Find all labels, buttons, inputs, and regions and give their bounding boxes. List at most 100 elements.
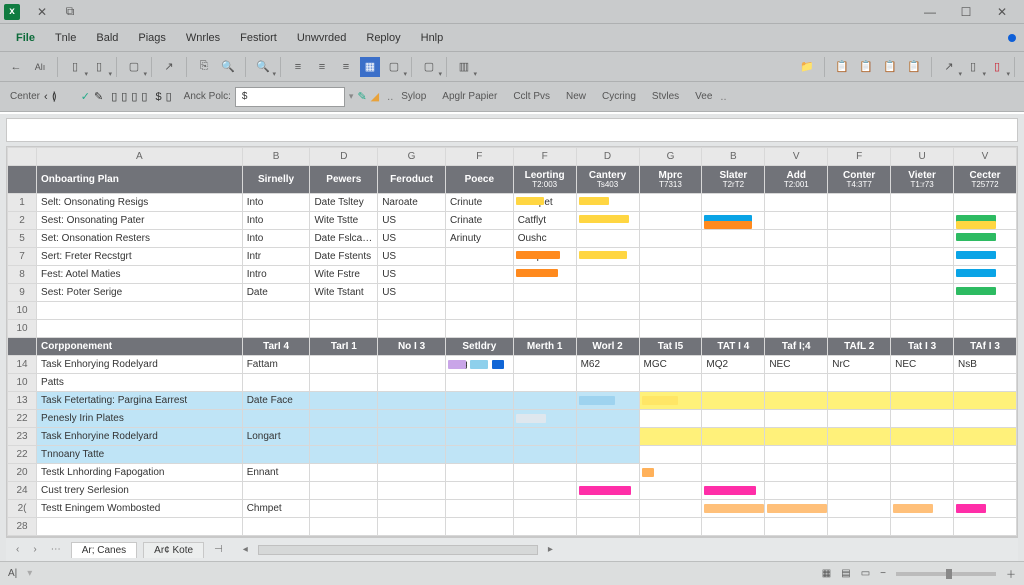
cell[interactable]: Poece (445, 166, 513, 194)
cell[interactable] (765, 248, 828, 266)
cell[interactable] (765, 464, 828, 482)
cell[interactable] (702, 482, 765, 500)
cell[interactable] (513, 500, 576, 518)
menu-6[interactable]: Unwvrded (289, 28, 355, 48)
cell[interactable] (576, 500, 639, 518)
cell[interactable]: US (378, 212, 446, 230)
doc-icon[interactable]: ▯ (65, 57, 85, 77)
cell[interactable]: NrC (828, 356, 891, 374)
cell[interactable]: AddT2:001 (765, 166, 828, 194)
cell[interactable] (765, 518, 828, 536)
view-break-icon[interactable]: ▭ (861, 568, 870, 579)
cell[interactable]: NEC (891, 356, 954, 374)
cell[interactable] (765, 284, 828, 302)
cell[interactable]: MGC (639, 356, 702, 374)
cell[interactable] (576, 266, 639, 284)
paste2-icon[interactable]: 📋 (856, 57, 876, 77)
grid-icon[interactable]: ▦ (360, 57, 380, 77)
view-normal-icon[interactable]: ▦ (822, 568, 831, 579)
cell[interactable] (702, 392, 765, 410)
cell[interactable] (378, 500, 446, 518)
cell[interactable] (639, 518, 702, 536)
cell[interactable] (310, 356, 378, 374)
copy-icon[interactable]: ⎘ (194, 57, 214, 77)
cell[interactable] (513, 410, 576, 428)
cell[interactable] (828, 248, 891, 266)
cell[interactable] (891, 518, 954, 536)
tabnav-first-icon[interactable]: ‹ (12, 544, 23, 555)
cell[interactable] (954, 320, 1017, 338)
hscroll-right-icon[interactable]: ▸ (544, 544, 557, 555)
cell[interactable]: Crinute (445, 194, 513, 212)
cell[interactable]: Set: Onsonation Resters (37, 230, 243, 248)
cell[interactable]: TAfL 2 (828, 338, 891, 356)
cell[interactable]: A (37, 148, 243, 166)
cell[interactable]: LeortingT2:003 (513, 166, 576, 194)
cell[interactable] (378, 446, 446, 464)
paste3-icon[interactable]: 📋 (880, 57, 900, 77)
menu-file[interactable]: File (8, 28, 43, 48)
tool-icon[interactable]: ▯ (166, 90, 172, 103)
cell[interactable]: B (702, 148, 765, 166)
cell[interactable] (378, 356, 446, 374)
cell[interactable]: V (954, 148, 1017, 166)
cell[interactable] (954, 374, 1017, 392)
menu-1[interactable]: Tnle (47, 28, 84, 48)
cell[interactable] (576, 374, 639, 392)
cell[interactable] (310, 428, 378, 446)
cell[interactable] (310, 446, 378, 464)
cell[interactable]: Task Enhorying Rodelyard (37, 356, 243, 374)
cell[interactable] (310, 518, 378, 536)
cell[interactable] (639, 266, 702, 284)
cell[interactable] (639, 464, 702, 482)
cell[interactable] (445, 482, 513, 500)
cell[interactable] (954, 446, 1017, 464)
cell[interactable]: U (891, 148, 954, 166)
minimize-button[interactable]: — (912, 1, 948, 23)
cell[interactable] (954, 410, 1017, 428)
cell[interactable] (828, 410, 891, 428)
cell[interactable]: Pewers (310, 166, 378, 194)
cell[interactable]: 20 (8, 464, 37, 482)
zoom-out-icon[interactable]: − (880, 568, 886, 579)
cell[interactable]: D (310, 148, 378, 166)
columns-icon[interactable]: ▥ (454, 57, 474, 77)
cell[interactable] (639, 302, 702, 320)
box2-icon[interactable]: ▢ (419, 57, 439, 77)
cell[interactable]: Sirnelly (242, 166, 310, 194)
clip-icon[interactable]: ▢ (124, 57, 144, 77)
cell[interactable] (576, 482, 639, 500)
cell[interactable] (702, 464, 765, 482)
cell[interactable] (891, 248, 954, 266)
maximize-button[interactable]: ☐ (948, 1, 984, 23)
cell[interactable] (445, 518, 513, 536)
cell[interactable] (702, 194, 765, 212)
cell[interactable] (445, 464, 513, 482)
rr-5[interactable]: Stvles (648, 91, 683, 102)
cell[interactable]: Fattam (242, 356, 310, 374)
cell[interactable]: Cust trery Serlesion (37, 482, 243, 500)
cell[interactable] (513, 446, 576, 464)
cell[interactable] (828, 266, 891, 284)
cell[interactable]: Seg (445, 356, 513, 374)
cell[interactable]: TarI 4 (242, 338, 310, 356)
cell[interactable]: Wite Fstre (310, 266, 378, 284)
cell[interactable]: Testt Eningem Wombosted (37, 500, 243, 518)
cell[interactable] (891, 230, 954, 248)
cell[interactable] (702, 212, 765, 230)
align-left-icon[interactable]: ≡ (288, 57, 308, 77)
cell[interactable] (954, 248, 1017, 266)
cell[interactable]: Sest: Poter Serige (37, 284, 243, 302)
cell[interactable]: Cetrpt (513, 248, 576, 266)
cell[interactable] (702, 500, 765, 518)
cell[interactable]: B (242, 148, 310, 166)
cell[interactable]: 7 (8, 248, 37, 266)
cell[interactable]: 23 (8, 428, 37, 446)
cell[interactable]: Tnnoany Tatte (37, 446, 243, 464)
cell[interactable] (445, 248, 513, 266)
tool1-icon[interactable]: ↗ (939, 57, 959, 77)
titlebar-icon-2[interactable]: ⧉ (60, 3, 80, 21)
paste-icon[interactable]: 📋 (832, 57, 852, 77)
cell[interactable] (891, 374, 954, 392)
cell[interactable] (513, 518, 576, 536)
